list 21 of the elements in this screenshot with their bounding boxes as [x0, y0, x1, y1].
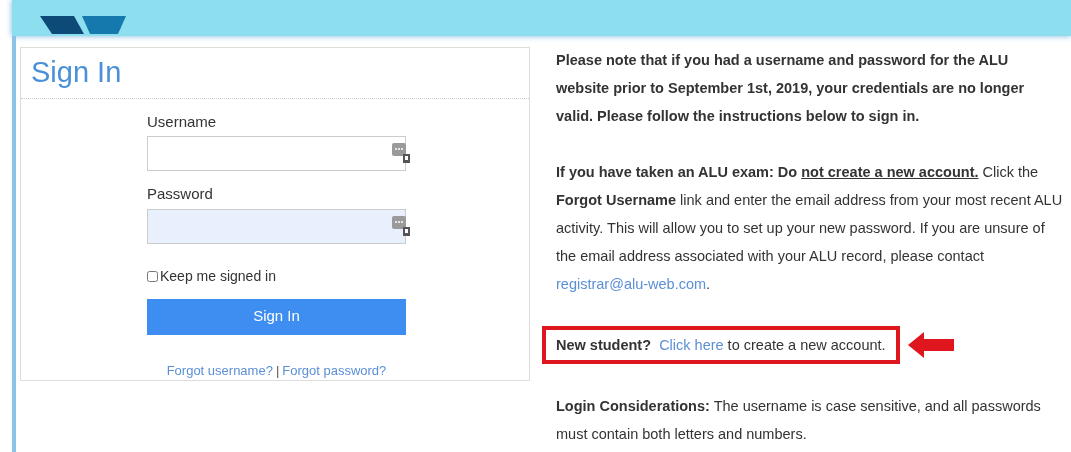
- sign-in-button[interactable]: Sign In: [147, 298, 406, 335]
- input-field[interactable]: [147, 208, 406, 244]
- field-label: Username: [147, 111, 218, 132]
- field-label: Password: [147, 184, 214, 204]
- logo-icon: [40, 16, 126, 36]
- panel-title: Sign In: [31, 58, 122, 88]
- password-manager-icon[interactable]: [392, 215, 412, 236]
- input-field[interactable]: [147, 136, 406, 171]
- info-paragraph: If you have taken an ALU exam: Do not create a new account. Click the Forgot Username link and enter the email address from your most recent ALU activity. This will allow you to set up your new password. If you are unsure of the email address associated with your ALU record, please contact registrar@alu-web.com.: [556, 163, 1063, 294]
- info-paragraph: New student? Click here to create a new account.: [556, 336, 886, 355]
- password-manager-icon[interactable]: [392, 143, 412, 163]
- text-link[interactable]: Click here: [659, 337, 724, 353]
- text-link[interactable]: registrar@alu-web.com: [556, 276, 707, 292]
- forgot-password-link[interactable]: Forgot password?: [282, 360, 387, 380]
- link-separator: |: [275, 361, 280, 380]
- checkbox-label: Keep me signed in: [160, 266, 276, 286]
- info-paragraph: Please note that if you had a username and password for the ALU website prior to September 1st, 2019, your credentials are no longer valid. Please follow the instructions below to sign in.: [556, 51, 1026, 126]
- forgot-username-link[interactable]: Forgot username?: [166, 360, 273, 380]
- info-paragraph: Login Considerations: The username is case sensitive, and all passwords must contain both letters and numbers.: [556, 397, 1042, 444]
- checkbox[interactable]: [147, 270, 158, 282]
- arrow-icon: [907, 332, 954, 358]
